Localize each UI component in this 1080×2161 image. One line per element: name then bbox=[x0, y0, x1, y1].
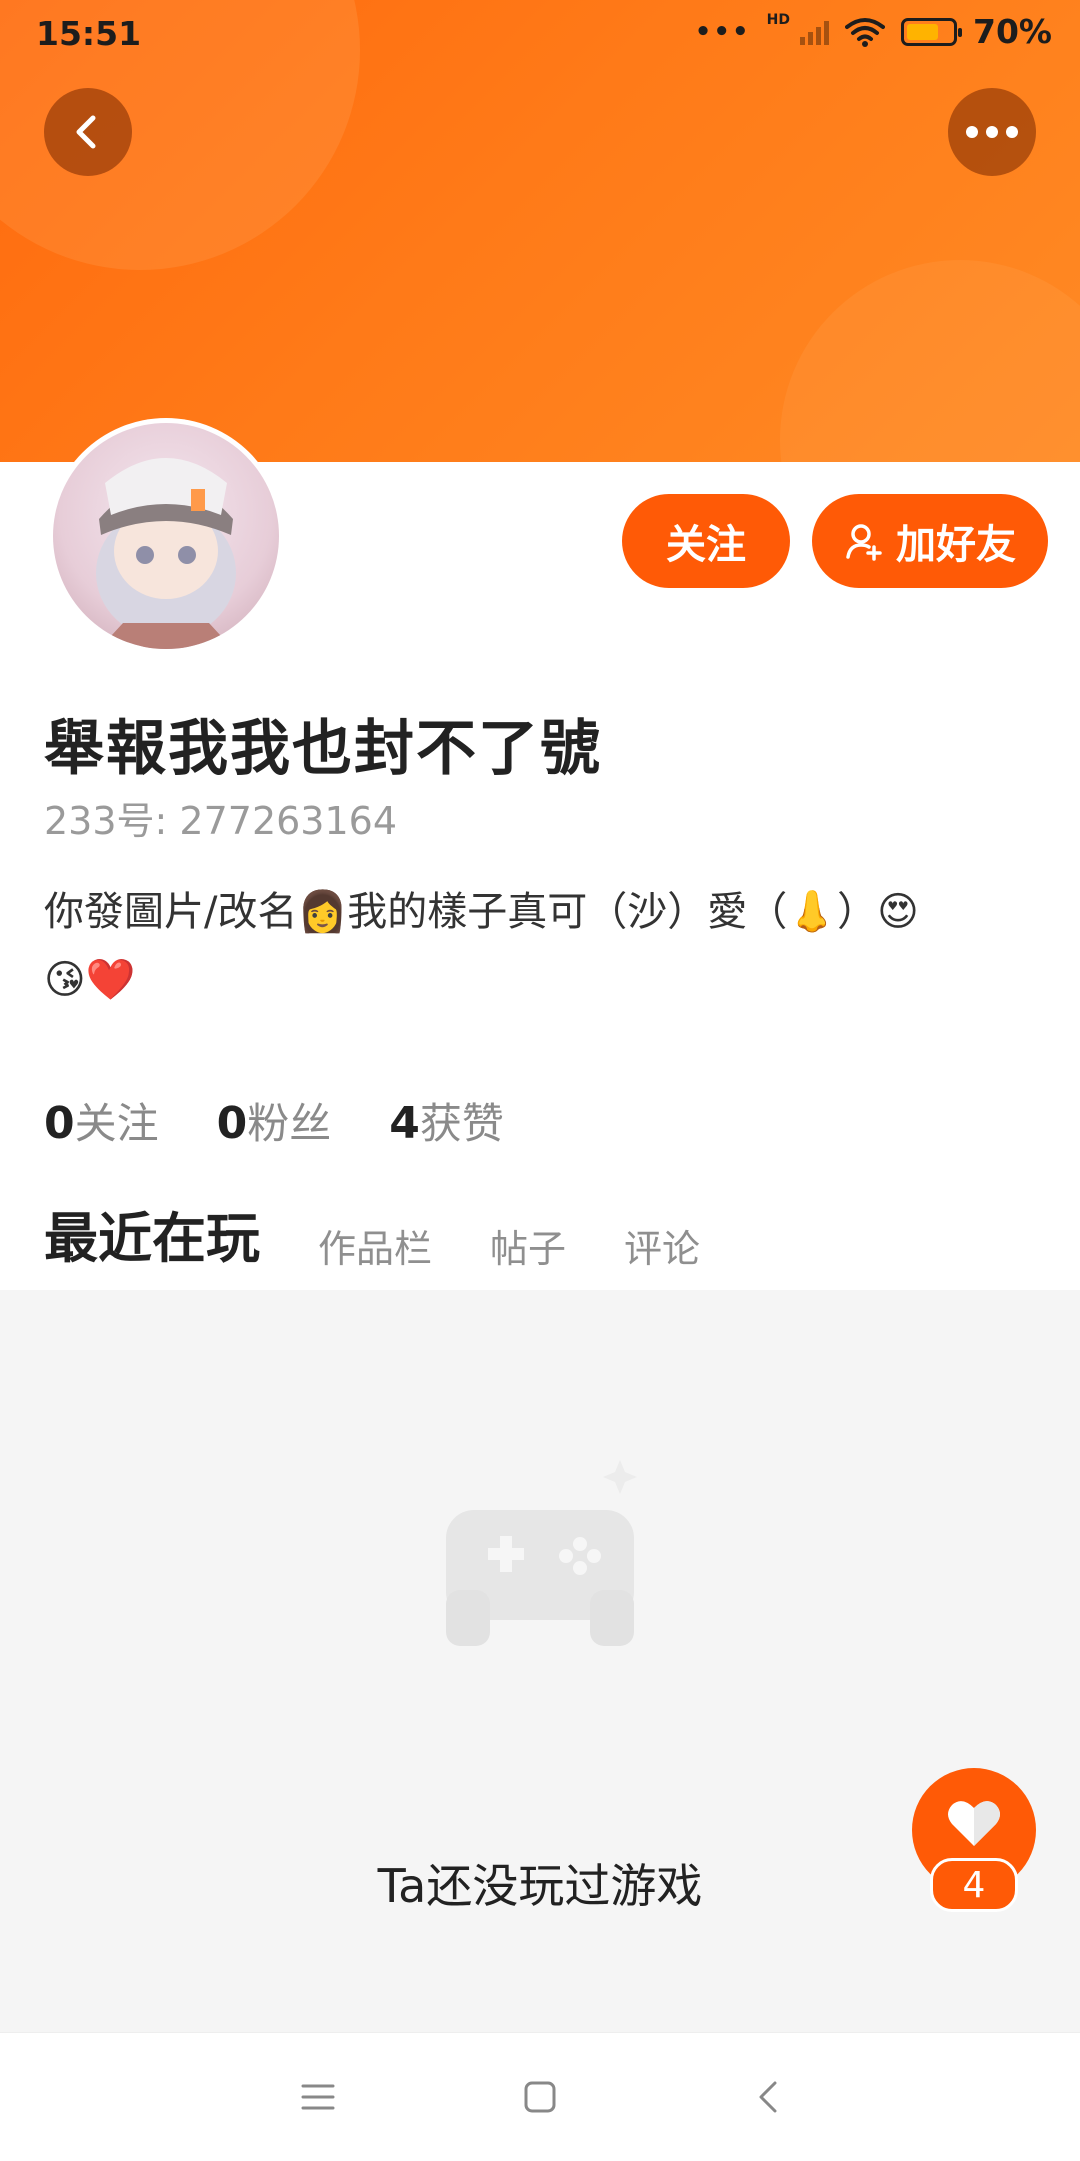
empty-state-text: Ta还没玩过游戏 bbox=[377, 1859, 703, 1913]
more-dots-icon bbox=[966, 126, 1018, 138]
add-friend-button[interactable]: 加好友 bbox=[812, 494, 1048, 588]
stat-count: 0 bbox=[44, 1098, 75, 1149]
avatar-illustration bbox=[96, 458, 236, 649]
stat-count: 4 bbox=[389, 1098, 420, 1149]
stat-label: 关注 bbox=[74, 1099, 159, 1148]
profile-header-banner bbox=[0, 0, 1080, 462]
signal-bars-icon bbox=[800, 19, 829, 45]
chevron-left-icon bbox=[76, 115, 96, 149]
stat-fans[interactable]: 0粉丝 bbox=[217, 1090, 332, 1151]
like-count-badge: 4 bbox=[930, 1858, 1018, 1912]
battery-icon bbox=[901, 17, 962, 46]
status-time: 15:51 bbox=[36, 14, 142, 53]
system-nav-bar bbox=[0, 2032, 1080, 2161]
more-button[interactable] bbox=[948, 88, 1036, 176]
signal-dots: ••• bbox=[694, 16, 751, 47]
battery-fill bbox=[907, 23, 938, 40]
menu-icon bbox=[301, 2084, 335, 2110]
nav-menu-button[interactable] bbox=[290, 2069, 346, 2125]
profile-bio: 你發圖片/改名👩我的樣子真可（沙）愛（👃）😍 😘❤️ bbox=[44, 878, 1024, 1014]
tab-comments[interactable]: 评论 bbox=[624, 1218, 700, 1281]
nav-back-button[interactable] bbox=[740, 2069, 796, 2125]
back-chevron-icon bbox=[759, 2081, 777, 2113]
tab-recently-played[interactable]: 最近在玩 bbox=[44, 1194, 260, 1309]
follow-button[interactable]: 关注 bbox=[622, 494, 790, 588]
status-bar: 15:51 ••• HD 70% bbox=[0, 0, 1080, 66]
profile-uid: 233号: 277263164 bbox=[44, 799, 398, 843]
heart-icon bbox=[948, 1801, 1000, 1846]
stat-likes[interactable]: 4获赞 bbox=[389, 1090, 504, 1151]
avatar-image bbox=[53, 423, 279, 649]
stat-label: 粉丝 bbox=[247, 1099, 332, 1148]
stat-count: 0 bbox=[216, 1098, 248, 1149]
profile-name: 舉報我我也封不了號 bbox=[44, 714, 602, 784]
add-friend-label: 加好友 bbox=[896, 522, 1016, 568]
banner-decoration bbox=[780, 260, 1080, 462]
tab-works[interactable]: 作品栏 bbox=[318, 1218, 432, 1281]
stat-label: 获赞 bbox=[419, 1099, 504, 1148]
stat-following[interactable]: 0关注 bbox=[44, 1090, 159, 1151]
tab-content-area bbox=[0, 1290, 1080, 2032]
profile-tabs: 最近在玩 作品栏 帖子 评论 bbox=[44, 1194, 758, 1309]
avatar[interactable] bbox=[48, 418, 284, 654]
bio-line: 😘❤️ bbox=[44, 957, 136, 1003]
nav-home-button[interactable] bbox=[512, 2069, 568, 2125]
bio-line: 你發圖片/改名👩我的樣子真可（沙）愛（👃）😍 bbox=[44, 889, 919, 935]
profile-stats: 0关注 0粉丝 4获赞 bbox=[44, 1090, 504, 1151]
battery-percent: 70% bbox=[973, 12, 1052, 51]
tab-posts[interactable]: 帖子 bbox=[490, 1218, 566, 1281]
network-hd-label: HD bbox=[766, 11, 790, 28]
follow-label: 关注 bbox=[666, 522, 746, 568]
home-square-icon bbox=[524, 2081, 556, 2113]
back-button[interactable] bbox=[44, 88, 132, 176]
add-friend-icon bbox=[846, 524, 882, 561]
like-fab-button[interactable]: 4 bbox=[912, 1768, 1036, 1912]
gamepad-icon bbox=[446, 1460, 637, 1646]
wifi-icon bbox=[845, 17, 885, 47]
